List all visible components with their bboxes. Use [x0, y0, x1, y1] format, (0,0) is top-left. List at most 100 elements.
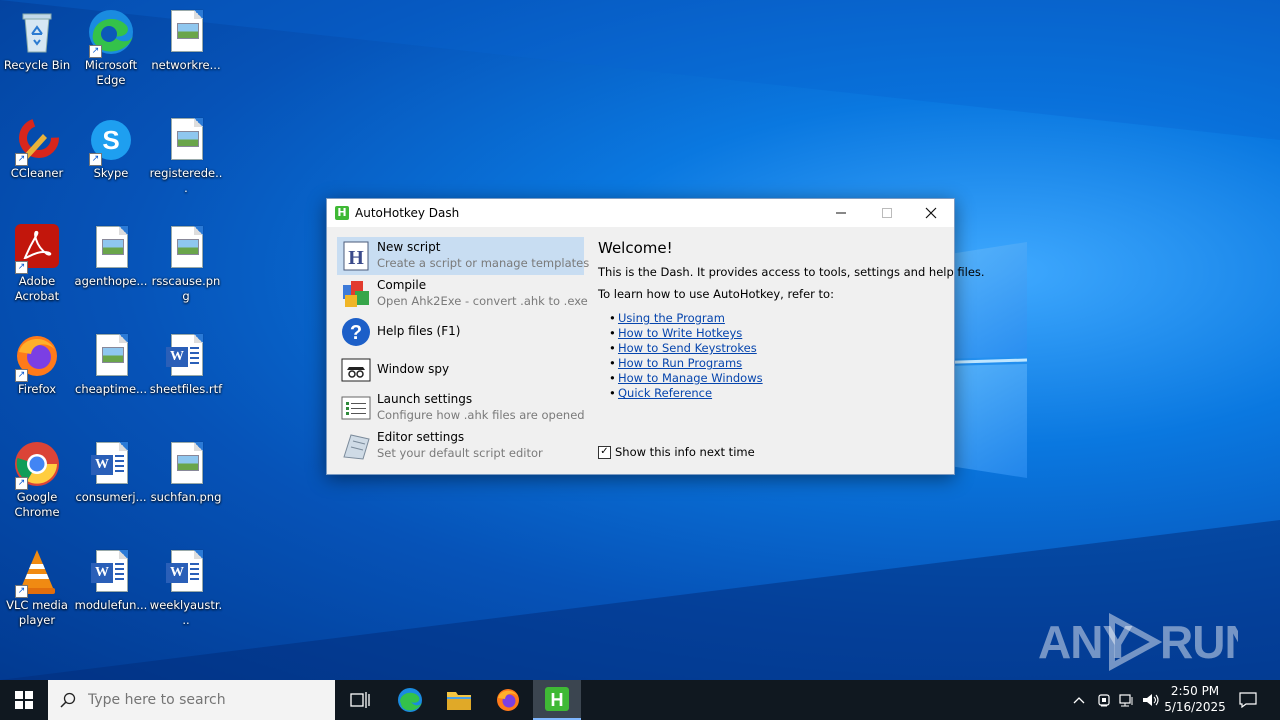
menu-item-compile[interactable]: Compile Open Ahk2Exe - convert .ahk to .…: [337, 275, 588, 313]
menu-item-editor-settings[interactable]: Editor settings Set your default script …: [337, 427, 584, 465]
image-file-icon: [162, 224, 210, 272]
link-how-to-write-hotkeys[interactable]: How to Write Hotkeys: [618, 326, 742, 340]
menu-item-new-script[interactable]: H New script Create a script or manage t…: [337, 237, 589, 275]
menu-item-launch-settings[interactable]: Launch settings Configure how .ahk files…: [337, 389, 585, 427]
desktop-icon-adobe-acrobat[interactable]: ↗ Adobe Acrobat: [0, 220, 74, 304]
learn-text: To learn how to use AutoHotkey, refer to…: [598, 287, 834, 301]
taskbar-edge[interactable]: [386, 680, 434, 720]
svg-text:H: H: [348, 247, 364, 269]
clock[interactable]: 2:50 PM 5/16/2025: [1160, 683, 1230, 715]
menu-item-help-files[interactable]: ? Help files (F1): [337, 313, 584, 351]
help-links-list: Using the Program How to Write Hotkeys H…: [609, 311, 948, 401]
welcome-panel: Welcome! This is the Dash. It provides a…: [598, 237, 985, 401]
speaker-icon: [1143, 694, 1159, 706]
autohotkey-dash-window: H AutoHotkey Dash H New script Create a …: [326, 198, 985, 475]
menu-item-window-spy[interactable]: Window spy: [337, 351, 584, 389]
close-button[interactable]: [908, 199, 954, 227]
word-doc-icon: W: [162, 548, 210, 596]
search-icon: [60, 692, 76, 708]
firefox-icon: ↗: [13, 332, 61, 382]
link-using-the-program[interactable]: Using the Program: [618, 311, 725, 325]
title-bar[interactable]: H AutoHotkey Dash: [327, 199, 954, 227]
maximize-icon: [882, 208, 892, 218]
help-icon: ?: [341, 317, 371, 347]
list-item: How to Send Keystrokes: [609, 341, 948, 356]
image-file-icon: [87, 224, 135, 272]
desktop-icon-suchfan[interactable]: suchfan.png: [149, 436, 223, 505]
desktop: Recycle Bin ↗ CCleaner ↗ Adobe Acrobat ↗…: [0, 0, 1280, 680]
window-title: AutoHotkey Dash: [355, 206, 460, 220]
desktop-icon-registerede[interactable]: registerede...: [149, 112, 223, 196]
tray-device-button[interactable]: [1093, 680, 1115, 720]
desktop-icon-recycle-bin[interactable]: Recycle Bin: [0, 4, 74, 73]
taskbar-search-box[interactable]: [48, 680, 335, 720]
svg-text:S: S: [102, 125, 119, 155]
link-how-to-run-programs[interactable]: How to Run Programs: [618, 356, 742, 370]
network-button[interactable]: [1116, 680, 1138, 720]
link-how-to-send-keystrokes[interactable]: How to Send Keystrokes: [618, 341, 757, 355]
desktop-icon-vlc[interactable]: ↗ VLC media player: [0, 544, 74, 628]
compile-icon: [341, 279, 371, 309]
start-button[interactable]: [0, 680, 48, 720]
search-input[interactable]: [86, 691, 320, 709]
word-doc-icon: W: [87, 548, 135, 596]
show-info-checkbox[interactable]: ✓: [598, 445, 611, 459]
link-quick-reference[interactable]: Quick Reference: [618, 386, 712, 400]
svg-text:H: H: [551, 690, 564, 710]
list-item: Using the Program: [609, 311, 948, 326]
anyrun-logo: ANY RUN: [1038, 612, 1258, 672]
autohotkey-icon: H: [335, 206, 349, 220]
notification-icon: [1239, 692, 1257, 708]
desktop-icon-consumerj[interactable]: W consumerj...: [74, 436, 148, 505]
task-view-button[interactable]: [336, 680, 384, 720]
ccleaner-icon: ↗: [13, 116, 61, 166]
image-file-icon: [87, 332, 135, 380]
word-doc-icon: W: [87, 440, 135, 488]
action-center-button[interactable]: [1236, 680, 1260, 720]
link-how-to-manage-windows[interactable]: How to Manage Windows: [618, 371, 763, 385]
chrome-icon: ↗: [13, 440, 61, 490]
show-info-label: Show this info next time: [615, 445, 755, 459]
image-file-icon: [162, 8, 210, 56]
chevron-up-icon: [1073, 697, 1085, 704]
desktop-icon-networkre[interactable]: networkre...: [149, 4, 223, 73]
folder-icon: [447, 692, 471, 710]
word-doc-icon: W: [162, 332, 210, 380]
device-icon: [1098, 694, 1110, 707]
list-item: How to Manage Windows: [609, 371, 948, 386]
desktop-icon-modulefun[interactable]: W modulefun...: [74, 544, 148, 613]
recycle-bin-icon: [13, 8, 61, 56]
firefox-icon: [497, 689, 519, 711]
new-script-icon: H: [341, 241, 371, 271]
desktop-icon-sheetfiles[interactable]: W sheetfiles.rtf: [149, 328, 223, 397]
volume-button[interactable]: [1140, 680, 1162, 720]
desktop-icon-ccleaner[interactable]: ↗ CCleaner: [0, 112, 74, 181]
svg-text:RUN: RUN: [1160, 616, 1238, 668]
desktop-icon-google-chrome[interactable]: ↗ Google Chrome: [0, 436, 74, 520]
taskbar-file-explorer[interactable]: [435, 680, 483, 720]
skype-icon: S ↗: [87, 116, 135, 166]
desktop-icon-firefox[interactable]: ↗ Firefox: [0, 328, 74, 397]
taskbar-autohotkey-dash[interactable]: H: [533, 680, 581, 720]
taskbar-firefox[interactable]: [484, 680, 532, 720]
desktop-icon-cheaptime[interactable]: cheaptime...: [74, 328, 148, 397]
desktop-icon-skype[interactable]: S ↗ Skype: [74, 112, 148, 181]
watermark: ANY RUN: [1038, 610, 1258, 680]
list-item: How to Write Hotkeys: [609, 326, 948, 341]
image-file-icon: [162, 116, 210, 164]
desktop-icon-rsscause[interactable]: rsscause.png: [149, 220, 223, 304]
clock-date: 5/16/2025: [1164, 700, 1226, 714]
desktop-icon-microsoft-edge[interactable]: ↗ Microsoft Edge: [74, 4, 148, 88]
minimize-button[interactable]: [818, 199, 864, 227]
minimize-icon: [836, 212, 846, 214]
windows-start-icon: [15, 691, 33, 709]
welcome-heading: Welcome!: [598, 239, 673, 257]
task-view-icon: [350, 692, 370, 708]
desktop-icon-weeklyaustr[interactable]: W weeklyaustr...: [149, 544, 223, 628]
editor-settings-icon: [341, 431, 371, 461]
acrobat-icon: ↗: [13, 224, 61, 274]
show-info-checkbox-row[interactable]: ✓ Show this info next time: [598, 445, 755, 459]
show-hidden-icons-button[interactable]: [1068, 680, 1090, 720]
desktop-icon-agenthope[interactable]: agenthope...: [74, 220, 148, 289]
maximize-button[interactable]: [864, 199, 910, 227]
